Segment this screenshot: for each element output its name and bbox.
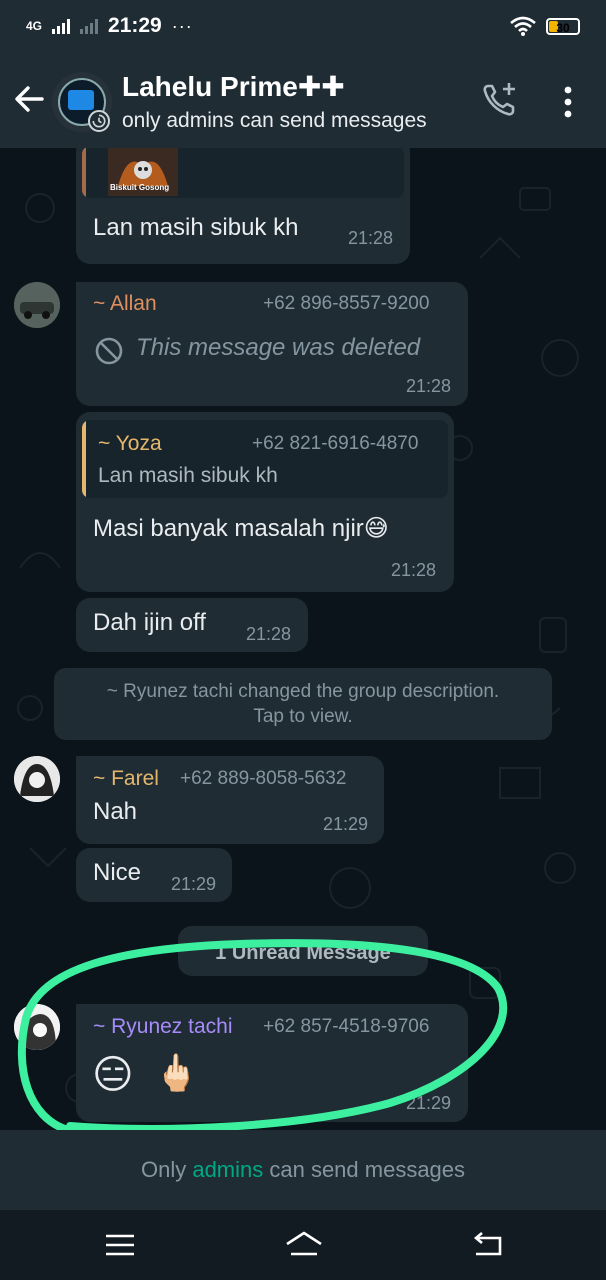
signal-icon — [52, 18, 71, 34]
message-time: 21:28 — [246, 624, 292, 644]
battery-level: 30 — [556, 20, 570, 35]
anime-photo-icon — [14, 756, 60, 802]
message-bubble[interactable]: ~ Farel +62 889-8058-5632 Nah 21:29 — [76, 756, 384, 844]
sender-avatar-allan[interactable] — [14, 282, 60, 328]
message-bubble[interactable]: Nice 21:29 — [76, 848, 232, 902]
sweat-smile-emoji: 😅 — [363, 515, 389, 542]
add-call-icon[interactable] — [480, 80, 520, 120]
disappearing-timer-icon — [88, 110, 110, 132]
quoted-message[interactable]: ~ Yoza +62 821-6916-4870 Lan masih sibuk… — [82, 420, 448, 498]
message-text: Masi banyak masalah njir😅 — [93, 514, 389, 543]
message-text: Nah — [93, 798, 138, 825]
message-bubble[interactable]: ~ Allan +62 896-8557-9200 This message w… — [76, 282, 468, 406]
message-time: 21:28 — [391, 560, 437, 580]
back-nav-icon[interactable] — [470, 1228, 506, 1262]
system-message-line2: Tap to view. — [253, 706, 353, 727]
message-time: 21:28 — [406, 376, 452, 396]
unread-divider: 1 Unread Message — [178, 926, 428, 976]
gesture-emoji: 🖕🏻 — [154, 1052, 199, 1093]
chat-header[interactable]: Lahelu Prime✚✚ only admins can send mess… — [0, 56, 606, 148]
sender-name[interactable]: ~ Ryunez tachi — [93, 1015, 233, 1039]
system-message-line1: ~ Ryunez tachi changed the group descrip… — [106, 681, 500, 702]
wifi-icon — [510, 16, 536, 36]
admins-only-banner: Only admins can send messages — [0, 1130, 606, 1210]
banner-prefix: Only — [140, 1157, 193, 1182]
message-time: 21:29 — [171, 874, 217, 894]
quoted-sticker: Biskuit Gosong — [108, 148, 178, 196]
network-type: 4G — [26, 19, 43, 33]
system-message[interactable]: ~ Ryunez tachi changed the group descrip… — [54, 668, 552, 740]
quoted-sender: ~ Yoza — [98, 432, 162, 455]
more-vert-icon[interactable] — [556, 84, 580, 120]
quoted-text: Lan masih sibuk kh — [98, 464, 278, 487]
sender-phone: +62 889-8058-5632 — [180, 768, 347, 789]
message-text: Nice — [93, 859, 142, 886]
clock: 21:29 — [108, 14, 162, 37]
expressionless-emoji: 😑 — [92, 1053, 134, 1097]
group-subtitle[interactable]: only admins can send messages — [122, 109, 427, 133]
message-time: 21:29 — [323, 814, 369, 834]
message-bubble[interactable]: Biskuit Gosong Lan masih sibuk kh 21:28 — [76, 148, 410, 264]
message-bubble[interactable]: ~ Ryunez tachi +62 857-4518-9706 😑 🖕🏻 21… — [76, 1004, 468, 1122]
message-text: Lan masih sibuk kh — [93, 214, 299, 241]
message-body: Masi banyak masalah njir — [93, 515, 364, 542]
sticker-caption: Biskuit Gosong — [110, 183, 170, 192]
sender-avatar-ryunez[interactable] — [14, 1004, 60, 1050]
quoted-phone: +62 821-6916-4870 — [252, 433, 419, 454]
home-icon[interactable] — [284, 1228, 324, 1262]
more-notifications: ··· — [171, 15, 193, 36]
sender-avatar-farel[interactable] — [14, 756, 60, 802]
chat-area[interactable]: Biskuit Gosong Lan masih sibuk kh 21:28 … — [0, 148, 606, 1130]
anime-photo-icon — [14, 1004, 60, 1050]
deleted-text: This message was deleted — [136, 334, 421, 361]
status-bar: 4G 21:29 ··· 30 — [0, 0, 606, 56]
sender-name[interactable]: ~ Allan — [93, 292, 157, 316]
quoted-message[interactable]: Biskuit Gosong — [82, 148, 404, 198]
group-title[interactable]: Lahelu Prime✚✚ — [122, 70, 345, 103]
status-left: 4G 21:29 ··· — [26, 14, 193, 38]
message-time: 21:29 — [406, 1093, 452, 1113]
message-bubble[interactable]: ~ Yoza +62 821-6916-4870 Lan masih sibuk… — [76, 412, 454, 592]
battery-icon: 30 — [546, 17, 580, 35]
system-nav-bar — [0, 1210, 606, 1280]
back-arrow-icon[interactable] — [12, 82, 46, 116]
menu-icon[interactable] — [102, 1228, 138, 1262]
status-right: 30 — [510, 16, 580, 36]
car-photo-icon — [14, 282, 60, 328]
sender-phone: +62 896-8557-9200 — [263, 293, 430, 314]
admins-link[interactable]: admins — [192, 1157, 263, 1182]
message-time: 21:28 — [348, 228, 394, 248]
message-text: Dah ijin off — [93, 609, 206, 636]
signal-2-icon — [80, 18, 99, 34]
deleted-icon — [95, 337, 123, 365]
message-bubble[interactable]: Dah ijin off 21:28 — [76, 598, 308, 652]
sender-phone: +62 857-4518-9706 — [263, 1016, 430, 1037]
sender-name[interactable]: ~ Farel — [93, 767, 159, 791]
banner-suffix: can send messages — [263, 1157, 466, 1182]
